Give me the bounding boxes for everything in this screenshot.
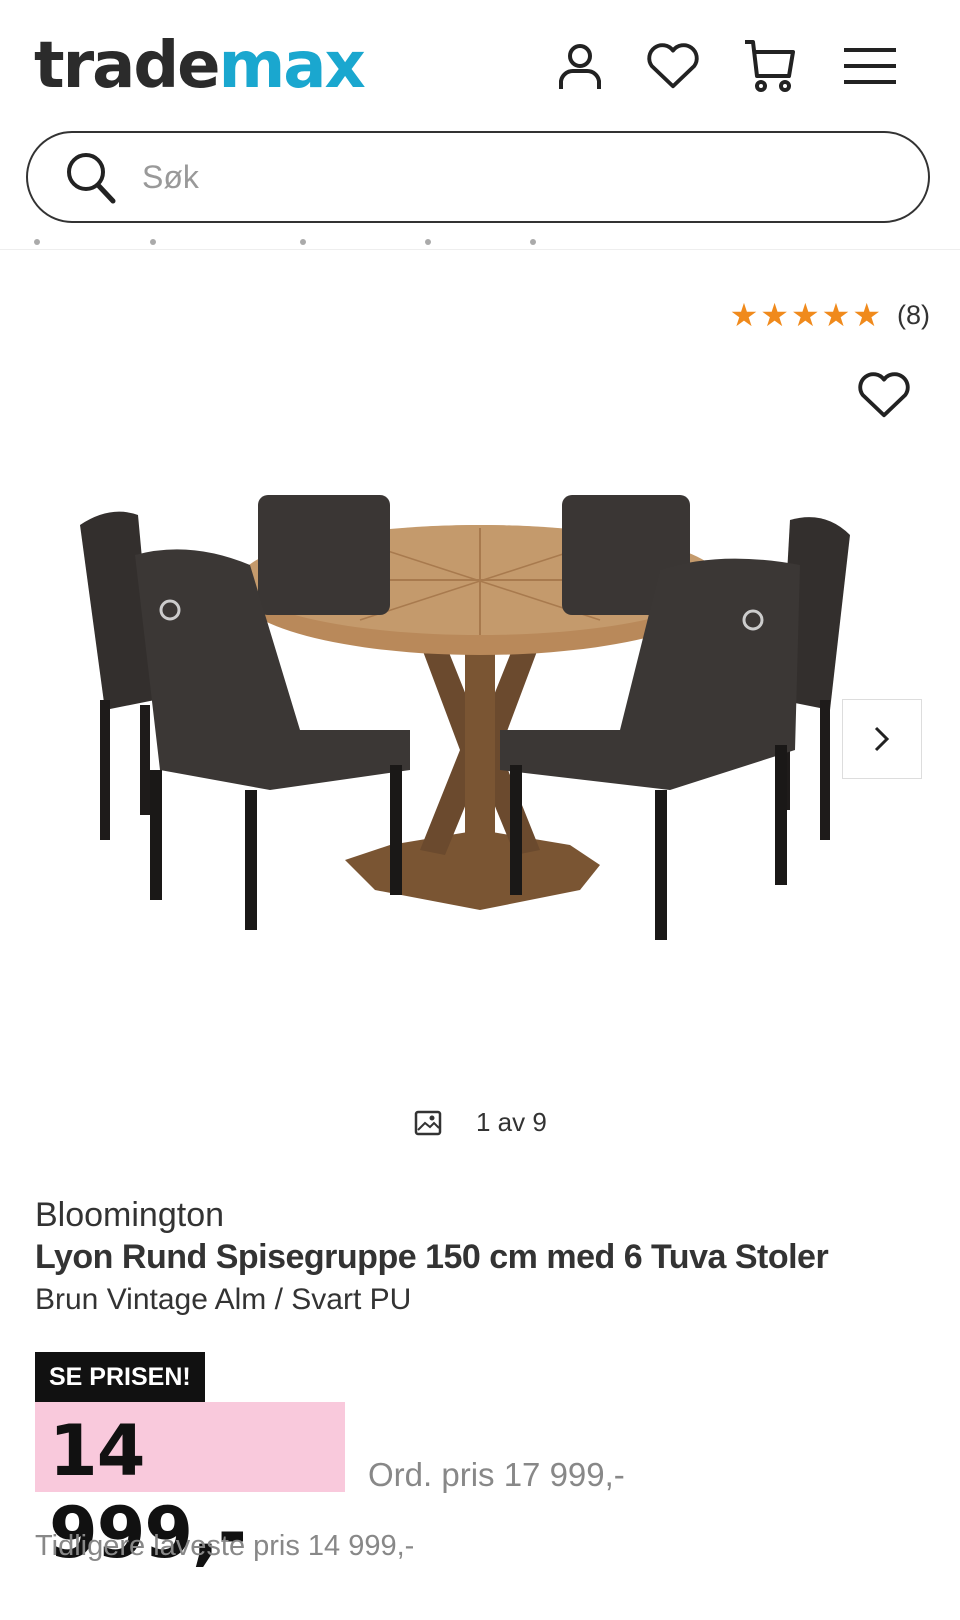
product-rating[interactable]: ★★★★★ (8): [730, 296, 930, 334]
site-header: trademax: [0, 0, 960, 250]
wishlist-heart-icon[interactable]: [645, 38, 701, 94]
next-image-button[interactable]: [842, 699, 922, 779]
favorite-heart-icon[interactable]: [856, 370, 920, 430]
account-icon[interactable]: [552, 38, 608, 94]
logo-text-max: max: [218, 29, 366, 103]
review-count: (8): [897, 299, 930, 330]
product-brand[interactable]: Bloomington: [35, 1196, 224, 1235]
search-icon[interactable]: [60, 147, 120, 207]
ordinary-price: Ord. pris 17 999,-: [368, 1456, 625, 1493]
trademax-logo[interactable]: trademax: [34, 26, 366, 106]
breadcrumb-cut-off: [30, 235, 590, 249]
product-image[interactable]: [60, 470, 900, 990]
price-highlight: 14 999,-: [35, 1402, 345, 1574]
image-counter-text: 1 av 9: [476, 1107, 547, 1137]
search-input[interactable]: [142, 158, 842, 196]
logo-text-trade: trade: [34, 29, 221, 103]
previous-lowest-price: Tidligere laveste pris 14 999,-: [35, 1530, 415, 1562]
cart-icon[interactable]: [742, 38, 798, 94]
rating-stars: ★★★★★: [729, 296, 883, 334]
campaign-badge: SE PRISEN!: [35, 1352, 205, 1402]
menu-hamburger-icon[interactable]: [842, 38, 898, 94]
image-counter[interactable]: 1 av 9: [414, 1107, 547, 1138]
gallery-icon: [414, 1110, 442, 1135]
product-title: Lyon Rund Spisegruppe 150 cm med 6 Tuva …: [35, 1238, 829, 1276]
search-bar[interactable]: [26, 131, 930, 223]
chevron-right-icon: [874, 726, 890, 752]
product-variant: Brun Vintage Alm / Svart PU: [35, 1283, 412, 1316]
